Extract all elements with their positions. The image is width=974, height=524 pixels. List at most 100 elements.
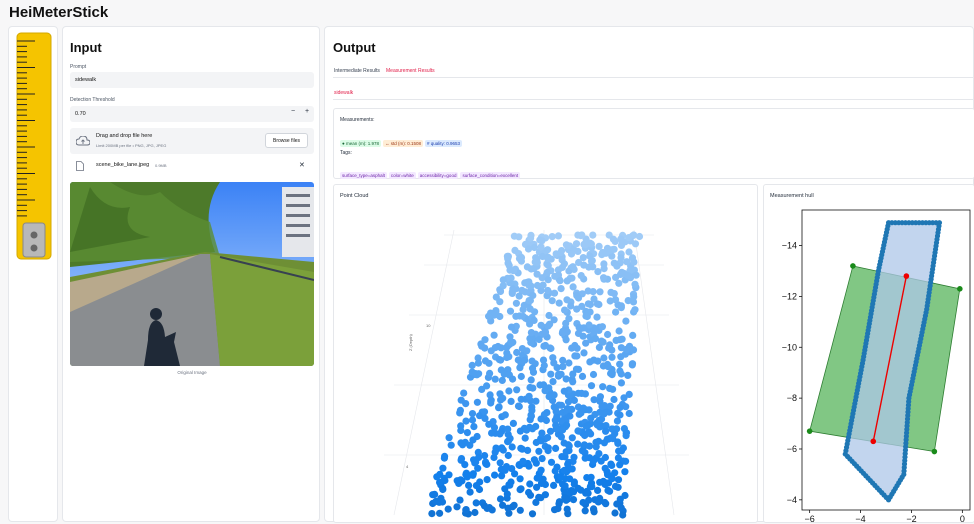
cloud-point xyxy=(586,300,594,309)
tab-intermediate-results[interactable]: Intermediate Results xyxy=(334,68,380,74)
cloud-point xyxy=(620,269,628,278)
cloud-point xyxy=(622,317,630,325)
cloud-point xyxy=(607,288,615,296)
cloud-point xyxy=(602,427,610,435)
cloud-point xyxy=(606,402,614,410)
threshold-increment-button[interactable]: + xyxy=(305,108,309,115)
tag-2: accessibility=good xyxy=(417,172,459,179)
cloud-point xyxy=(631,240,640,248)
cloud-point xyxy=(468,410,477,418)
cloud-point xyxy=(586,252,594,260)
cloud-point xyxy=(544,246,552,254)
cloud-point xyxy=(557,285,565,293)
cloud-point xyxy=(587,382,596,390)
cloud-point xyxy=(540,361,548,370)
cloud-point xyxy=(441,452,449,460)
threshold-input[interactable]: 0.70 xyxy=(70,106,314,122)
cloud-point xyxy=(629,331,637,339)
cloud-point xyxy=(463,429,471,437)
x-tick-label: −4 xyxy=(855,514,865,524)
cloud-point xyxy=(490,331,498,339)
cloud-point xyxy=(607,460,615,468)
prompt-input[interactable]: sidewalk xyxy=(70,72,314,88)
cloud-point xyxy=(557,249,565,257)
cloud-point xyxy=(469,436,477,444)
cloud-point xyxy=(600,274,608,282)
point-cloud-plot: Z (Depth) 10 4 xyxy=(384,229,689,519)
cloud-point xyxy=(561,306,569,314)
cloud-point xyxy=(570,396,578,404)
cloud-point xyxy=(604,363,612,371)
cloud-point xyxy=(556,277,564,285)
cloud-point xyxy=(597,457,605,465)
cloud-point xyxy=(555,299,563,307)
cloud-point xyxy=(447,441,455,449)
cloud-point xyxy=(444,505,452,513)
cloud-point xyxy=(533,474,541,482)
cloud-point xyxy=(507,397,515,405)
y-tick-label: −6 xyxy=(787,444,797,454)
logo-panel xyxy=(8,26,58,522)
cloud-point xyxy=(475,370,483,378)
image-caption: Original Image xyxy=(177,370,207,375)
remove-file-button[interactable]: ✕ xyxy=(299,161,305,169)
cloud-point xyxy=(527,338,535,346)
cloud-point xyxy=(543,268,551,277)
cloud-point xyxy=(481,336,489,344)
cloud-point xyxy=(579,332,587,340)
cloud-point xyxy=(557,401,566,409)
output-panel: Output Intermediate Results Measurement … xyxy=(324,26,974,524)
cloud-point xyxy=(547,370,555,378)
cloud-point xyxy=(541,491,549,499)
cloud-upload-icon xyxy=(76,136,90,146)
point-cloud-panel: Point Cloud Z (Depth) 10 4 xyxy=(333,184,758,523)
cloud-point xyxy=(456,496,464,504)
cloud-point xyxy=(473,398,481,406)
cloud-point xyxy=(532,397,540,405)
tags-label: Tags: xyxy=(340,150,352,156)
cloud-point xyxy=(616,403,624,411)
cloud-point xyxy=(481,357,490,365)
cloud-point xyxy=(585,496,593,504)
cloud-point xyxy=(599,383,607,391)
cloud-point xyxy=(458,477,466,485)
cloud-point xyxy=(630,258,638,266)
cloud-point xyxy=(613,500,621,508)
hull-point xyxy=(885,223,891,229)
cloud-point xyxy=(631,306,639,314)
cloud-point xyxy=(567,250,576,258)
cloud-point xyxy=(571,352,579,360)
cloud-point xyxy=(500,370,508,378)
cloud-point xyxy=(529,291,537,300)
cloud-point xyxy=(546,427,555,435)
cloud-point xyxy=(498,472,506,480)
cloud-point xyxy=(501,411,509,419)
cloud-point xyxy=(608,353,616,361)
cloud-point xyxy=(565,359,573,367)
cloud-point xyxy=(577,272,585,280)
cloud-point xyxy=(468,361,476,369)
threshold-decrement-button[interactable]: − xyxy=(291,108,295,115)
cloud-point xyxy=(593,300,601,308)
cloud-point xyxy=(523,347,531,355)
prompt-label: Prompt xyxy=(70,64,87,70)
uploaded-file-name: scene_bike_lane.jpeg xyxy=(96,162,150,168)
browse-files-button[interactable]: Browse files xyxy=(265,133,308,148)
cloud-point xyxy=(472,458,480,466)
cloud-point xyxy=(577,407,585,415)
cloud-point xyxy=(573,292,581,300)
cloud-point xyxy=(617,353,625,361)
cloud-point xyxy=(553,463,561,471)
rectangle-corner xyxy=(931,448,938,455)
cloud-point xyxy=(610,395,618,404)
cloud-point xyxy=(554,505,562,513)
cloud-point xyxy=(432,497,440,505)
cloud-point xyxy=(548,233,556,241)
rectangle-corner xyxy=(850,263,856,269)
cloud-point xyxy=(537,321,545,329)
cloud-point xyxy=(595,450,603,458)
cloud-point xyxy=(594,357,602,365)
cloud-point xyxy=(481,414,489,422)
cloud-point xyxy=(491,448,499,456)
cloud-point xyxy=(456,409,464,417)
